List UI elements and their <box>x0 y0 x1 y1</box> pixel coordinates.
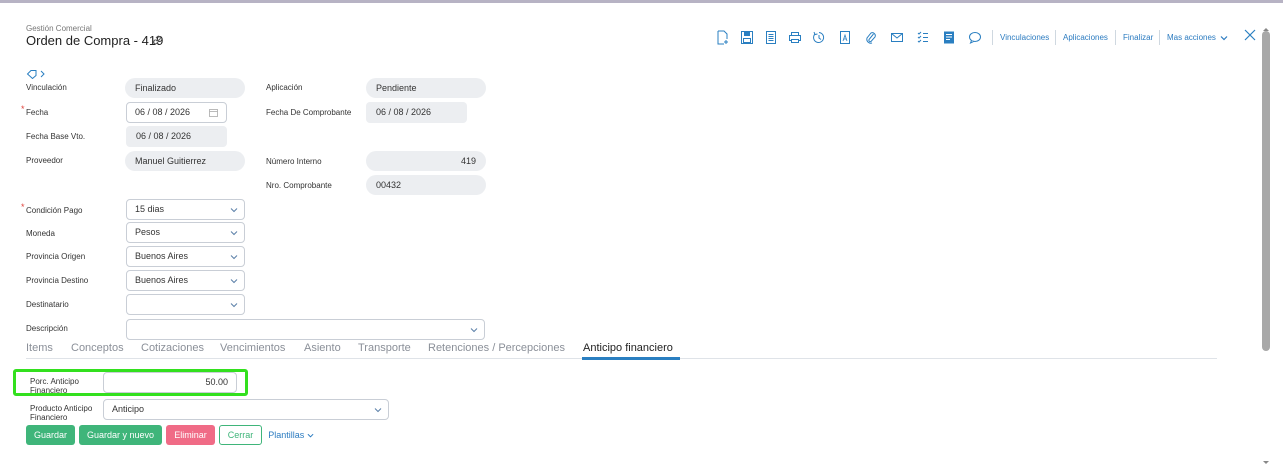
finalizar-link[interactable]: Finalizar <box>1123 33 1153 42</box>
provincia-destino-select[interactable]: Buenos Aires <box>126 270 245 291</box>
moneda-value: Pesos <box>135 227 161 237</box>
porc-anticipo-label: Porc. Anticipo Financiero <box>30 377 79 395</box>
close-icon[interactable] <box>1243 28 1257 42</box>
fecha-label: Fecha <box>26 108 49 117</box>
plantillas-dropdown[interactable]: Plantillas <box>266 425 316 445</box>
condicion-pago-label: Condición Pago <box>26 206 83 215</box>
destinatario-label: Destinatario <box>26 300 69 309</box>
fecha-input[interactable]: 06 / 08 / 2026 <box>126 102 227 123</box>
chevron-down-icon <box>230 279 238 284</box>
nro-comprobante-field: 00432 <box>366 175 486 195</box>
link-icon[interactable] <box>151 33 163 45</box>
provincia-destino-label: Provincia Destino <box>26 276 89 285</box>
provincia-origen-label: Provincia Origen <box>26 252 86 261</box>
calendar-icon[interactable] <box>209 108 218 117</box>
mas-acciones-label: Mas acciones <box>1167 33 1216 42</box>
tag-nav[interactable] <box>26 66 50 80</box>
chevron-down-icon <box>374 408 382 413</box>
aplicaciones-link[interactable]: Aplicaciones <box>1063 33 1108 42</box>
chevron-down-icon <box>307 433 314 438</box>
moneda-select[interactable]: Pesos <box>126 222 245 243</box>
numero-interno-label: Número Interno <box>266 157 322 166</box>
page-title: Orden de Compra - 419 <box>26 33 164 48</box>
chevron-down-icon <box>470 328 478 333</box>
tab-transporte[interactable]: Transporte <box>358 342 411 354</box>
tab-retenciones-percepciones[interactable]: Retenciones / Percepciones <box>428 342 565 354</box>
eliminar-button[interactable]: Eliminar <box>166 425 215 445</box>
guardar-button[interactable]: Guardar <box>26 425 75 445</box>
fecha-comprobante-label: Fecha De Comprobante <box>266 108 352 117</box>
tab-asiento[interactable]: Asiento <box>304 342 341 354</box>
notes-icon[interactable] <box>942 30 956 45</box>
comment-icon[interactable] <box>968 30 982 45</box>
producto-anticipo-label: Producto Anticipo Financiero <box>30 404 92 422</box>
provincia-origen-select[interactable]: Buenos Aires <box>126 246 245 267</box>
aplicacion-label: Aplicación <box>266 83 303 92</box>
porc-anticipo-input[interactable]: 50.00 <box>103 372 237 393</box>
condicion-pago-select[interactable]: 15 dias <box>126 199 245 220</box>
chevron-down-icon <box>1220 35 1228 41</box>
toolbar-separator <box>1115 30 1116 45</box>
save-icon[interactable] <box>740 30 754 45</box>
required-marker: * <box>21 104 25 114</box>
destinatario-select[interactable] <box>126 294 245 315</box>
producto-anticipo-select[interactable]: Anticipo <box>103 399 389 420</box>
active-tab-indicator <box>582 357 680 360</box>
tab-items[interactable]: Items <box>26 342 53 354</box>
cerrar-button[interactable]: Cerrar <box>219 425 262 445</box>
producto-anticipo-value: Anticipo <box>112 404 145 414</box>
chevron-down-icon <box>230 208 238 213</box>
chevron-down-icon <box>230 303 238 308</box>
scrollbar-thumb[interactable] <box>1262 31 1270 351</box>
fecha-comprobante-field: 06 / 08 / 2026 <box>366 102 467 123</box>
tab-conceptos[interactable]: Conceptos <box>71 342 124 354</box>
proveedor-label: Proveedor <box>26 156 63 165</box>
toolbar-separator <box>1055 30 1056 45</box>
toolbar-separator <box>992 30 993 45</box>
history-icon[interactable] <box>812 30 826 45</box>
fecha-value: 06 / 08 / 2026 <box>135 107 191 117</box>
required-marker: * <box>21 202 25 212</box>
mas-acciones-link[interactable]: Mas acciones <box>1167 33 1228 42</box>
condicion-pago-value: 15 dias <box>135 204 165 214</box>
porc-anticipo-label-line2: Financiero <box>30 386 68 395</box>
print-icon[interactable] <box>788 30 802 45</box>
fecha-base-vto-label: Fecha Base Vto. <box>26 132 86 141</box>
attachment-icon[interactable] <box>864 30 878 45</box>
tab-cotizaciones[interactable]: Cotizaciones <box>141 342 204 354</box>
plantillas-label: Plantillas <box>268 430 305 440</box>
pdf-icon[interactable] <box>838 30 852 45</box>
toolbar-separator <box>1159 30 1160 45</box>
vinculaciones-link[interactable]: Vinculaciones <box>1000 33 1049 42</box>
new-document-icon[interactable] <box>716 30 730 45</box>
numero-interno-field: 419 <box>366 151 486 171</box>
aplicacion-field: Pendiente <box>366 78 486 98</box>
producto-anticipo-label-line2: Financiero <box>30 413 68 422</box>
porc-anticipo-label-line1: Porc. Anticipo <box>30 377 79 386</box>
tab-vencimientos[interactable]: Vencimientos <box>220 342 285 354</box>
descripcion-label: Descripción <box>26 324 68 333</box>
provincia-destino-value: Buenos Aires <box>135 275 189 285</box>
module-name: Gestión Comercial <box>26 24 92 33</box>
nro-comprobante-label: Nro. Comprobante <box>266 181 332 190</box>
descripcion-select[interactable] <box>126 319 485 340</box>
vinculacion-label: Vinculación <box>26 83 67 92</box>
document-list-icon[interactable] <box>764 30 778 45</box>
chevron-down-icon <box>230 255 238 260</box>
moneda-label: Moneda <box>26 229 55 238</box>
chevron-down-icon <box>230 231 238 236</box>
email-icon[interactable] <box>890 30 904 45</box>
checklist-icon[interactable] <box>916 30 930 45</box>
provincia-origen-value: Buenos Aires <box>135 251 189 261</box>
tab-anticipo-financiero[interactable]: Anticipo financiero <box>583 342 673 354</box>
proveedor-field: Manuel Guitierrez <box>125 151 245 171</box>
vinculacion-field: Finalizado <box>125 78 245 98</box>
producto-anticipo-label-line1: Producto Anticipo <box>30 404 93 413</box>
guardar-y-nuevo-button[interactable]: Guardar y nuevo <box>79 425 162 445</box>
fecha-base-vto-field: 06 / 08 / 2026 <box>126 126 227 147</box>
window-top-border <box>0 0 1283 3</box>
